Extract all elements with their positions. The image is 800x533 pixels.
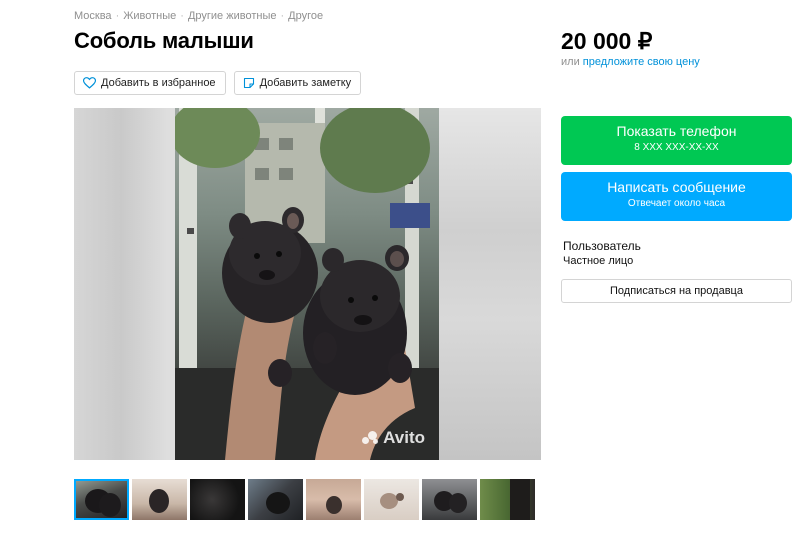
listing-price: 20 000 ₽ xyxy=(561,28,653,54)
avito-watermark: Avito xyxy=(362,428,425,448)
thumbnail-6[interactable] xyxy=(364,479,419,520)
breadcrumb-item-other[interactable]: Другое xyxy=(288,10,323,22)
write-message-label: Написать сообщение xyxy=(607,179,746,195)
sable-kits-photo xyxy=(175,108,439,460)
subscribe-to-seller-button[interactable]: Подписаться на продавца xyxy=(561,279,792,303)
price-offer-line: или предложите свою цену xyxy=(561,56,700,68)
thumbnail-7[interactable] xyxy=(422,479,477,520)
heart-icon xyxy=(83,77,96,89)
gallery-blurred-backdrop xyxy=(439,108,541,460)
breadcrumb-item-city[interactable]: Москва xyxy=(74,10,112,22)
listing-actions: Добавить в избранное Добавить заметку xyxy=(74,71,362,95)
breadcrumb-item-other-animals[interactable]: Другие животные xyxy=(188,10,277,22)
offer-prefix: или xyxy=(561,56,580,68)
main-photo[interactable]: Avito xyxy=(175,108,439,460)
add-to-favorites-button[interactable]: Добавить в избранное xyxy=(74,71,226,95)
thumbnail-2[interactable] xyxy=(132,479,187,520)
breadcrumb-item-animals[interactable]: Животные xyxy=(123,10,176,22)
thumbnail-4[interactable] xyxy=(248,479,303,520)
breadcrumb-separator: · xyxy=(180,10,184,22)
thumbnail-1[interactable] xyxy=(74,479,129,520)
show-phone-label: Показать телефон xyxy=(616,123,737,139)
add-note-button[interactable]: Добавить заметку xyxy=(233,71,362,95)
thumbnail-3[interactable] xyxy=(190,479,245,520)
write-message-button[interactable]: Написать сообщение Отвечает около часа xyxy=(561,172,792,221)
thumbnail-strip xyxy=(74,479,535,520)
thumbnail-8[interactable] xyxy=(480,479,535,520)
subscribe-label: Подписаться на продавца xyxy=(610,285,743,297)
avito-watermark-text: Avito xyxy=(383,428,425,447)
page-title: Соболь малыши xyxy=(74,28,254,53)
show-phone-button[interactable]: Показать телефон 8 XXX XXX-XX-XX xyxy=(561,116,792,165)
breadcrumb-separator: · xyxy=(280,10,285,22)
thumbnail-5[interactable] xyxy=(306,479,361,520)
add-note-label: Добавить заметку xyxy=(259,77,352,89)
breadcrumb: Москва · Животные · Другие животные · Другое xyxy=(74,10,323,22)
suggest-price-link[interactable]: предложите свою цену xyxy=(583,56,700,68)
masked-phone-number: 8 XXX XXX-XX-XX xyxy=(634,142,719,153)
seller-type: Частное лицо xyxy=(563,255,634,267)
response-time: Отвечает около часа xyxy=(627,198,726,209)
photo-gallery[interactable]: Avito xyxy=(74,108,541,460)
note-icon xyxy=(243,77,254,89)
add-to-favorites-label: Добавить в избранное xyxy=(101,77,216,89)
breadcrumb-separator: · xyxy=(115,10,120,22)
avito-logo-icon xyxy=(362,431,380,445)
seller-name[interactable]: Пользователь xyxy=(563,239,641,253)
